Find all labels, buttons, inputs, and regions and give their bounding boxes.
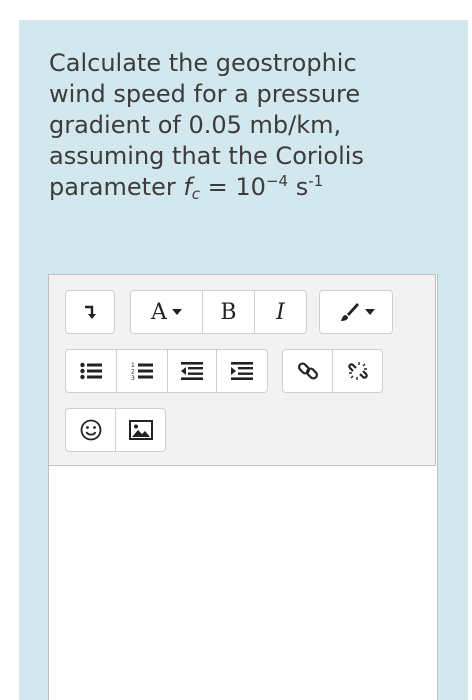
font-color-button[interactable]: A	[131, 291, 203, 333]
ordered-list-button[interactable]: 1 2 3	[117, 350, 168, 392]
question-line-3: gradient of 0.05 mb/km,	[49, 111, 342, 139]
outdent-button[interactable]	[168, 350, 217, 392]
unlink-icon	[347, 362, 368, 380]
question-line-4: assuming that the Coriolis	[49, 142, 364, 170]
paintbrush-button[interactable]	[320, 291, 392, 333]
question-line-5: parameter	[49, 173, 184, 201]
question-text: Calculate the geostrophic wind speed for …	[49, 48, 449, 203]
font-color-icon: A	[151, 299, 167, 325]
bold-button[interactable]: B	[203, 291, 255, 333]
emoji-button[interactable]	[66, 409, 116, 451]
toolbar-group-format: A B I	[130, 290, 307, 334]
image-button[interactable]	[116, 409, 165, 451]
link-icon	[297, 362, 318, 380]
exponent-2: -1	[308, 172, 324, 190]
show-more-button[interactable]	[66, 291, 114, 333]
chevron-down-icon	[364, 309, 375, 315]
italic-icon: I	[276, 299, 285, 325]
unlink-button[interactable]	[333, 350, 382, 392]
unordered-list-button[interactable]	[66, 350, 117, 392]
indent-button[interactable]	[217, 350, 267, 392]
image-icon	[128, 420, 153, 440]
italic-button[interactable]: I	[255, 291, 306, 333]
unit: s	[288, 173, 309, 201]
paintbrush-icon	[340, 303, 359, 321]
outdent-icon	[181, 362, 203, 380]
emoji-icon	[80, 419, 101, 441]
editor-toolbar: A B I 1 2 3	[48, 274, 436, 466]
exponent-1: −4	[265, 172, 289, 190]
toolbar-group-lists: 1 2 3	[65, 349, 268, 393]
equals-value: = 10	[200, 173, 266, 201]
coriolis-subscript: c	[191, 185, 201, 203]
chevron-down-icon	[171, 309, 182, 315]
coriolis-symbol: f	[183, 173, 192, 201]
show-more-icon	[85, 305, 96, 319]
ordered-list-icon: 1 2 3	[131, 362, 153, 381]
toolbar-group-collapse	[65, 290, 115, 334]
bold-icon: B	[220, 299, 237, 325]
svg-text:3: 3	[131, 375, 135, 381]
toolbar-group-style	[319, 290, 393, 334]
toolbar-group-links	[282, 349, 383, 393]
question-line-1: Calculate the geostrophic	[49, 49, 357, 77]
unordered-list-icon	[80, 362, 102, 380]
question-line-2: wind speed for a pressure	[49, 80, 361, 108]
link-button[interactable]	[283, 350, 333, 392]
toolbar-group-media	[65, 408, 166, 452]
indent-icon	[231, 362, 253, 380]
